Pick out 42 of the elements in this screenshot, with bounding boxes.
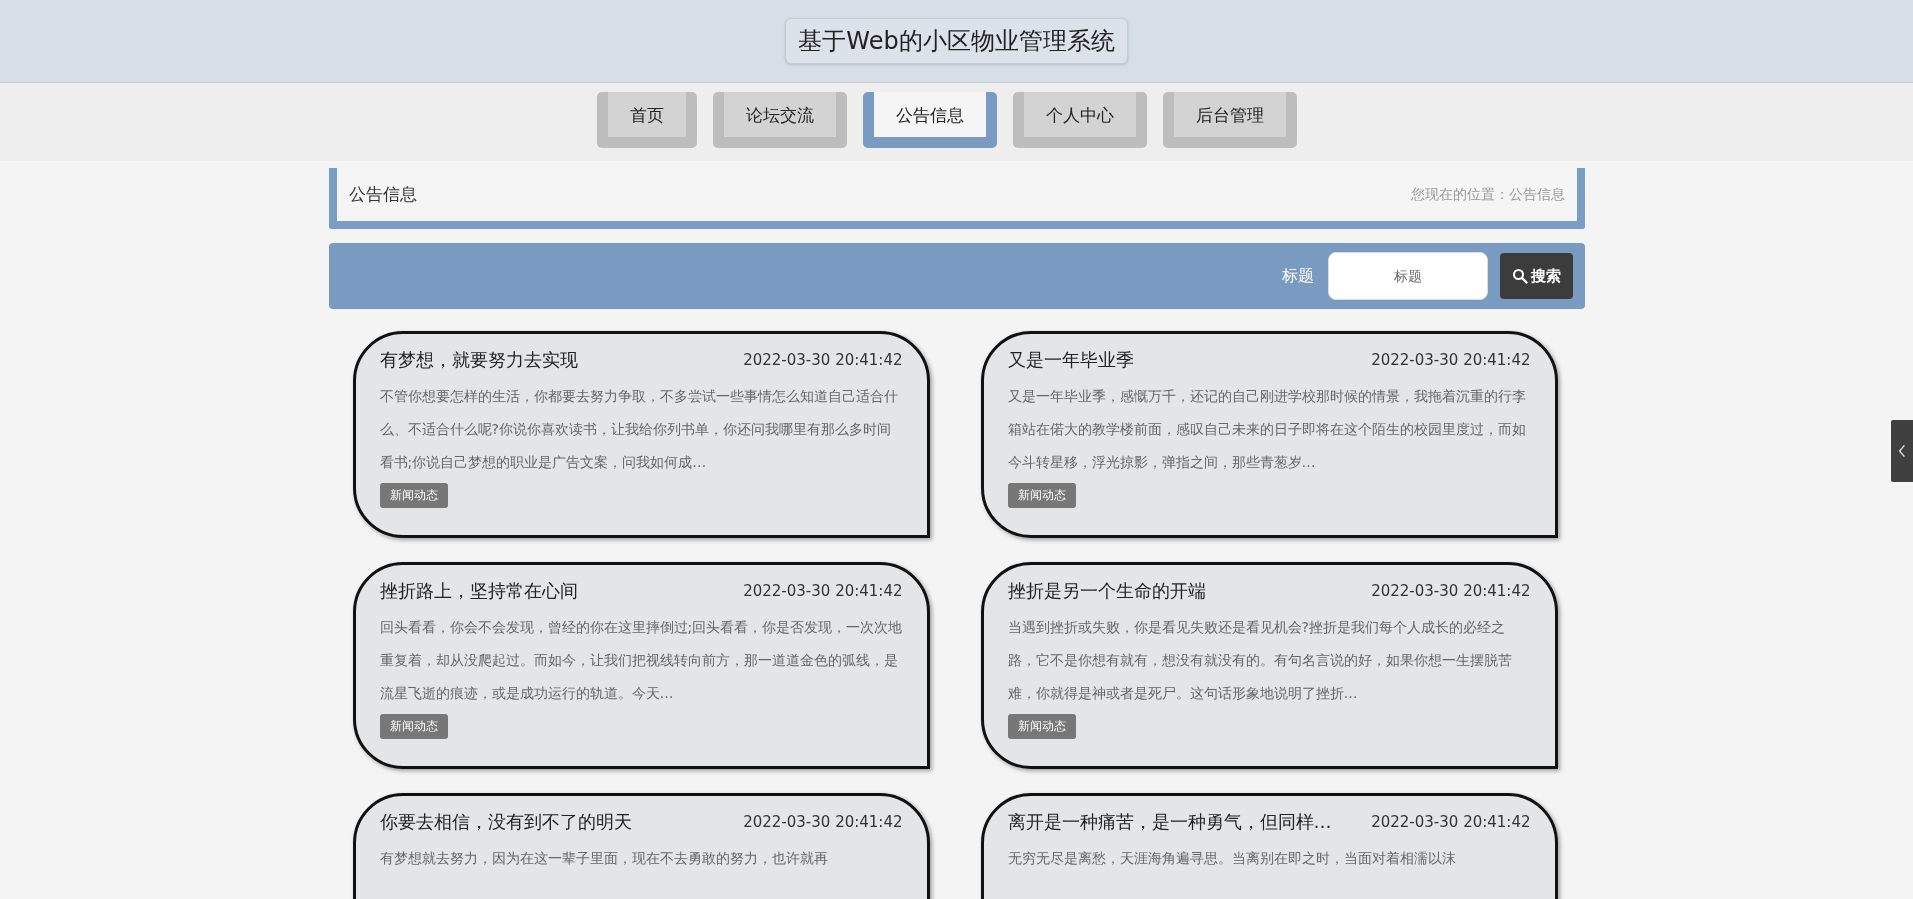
notice-title[interactable]: 有梦想，就要努力去实现 [379, 348, 578, 372]
notice-title[interactable]: 挫折是另一个生命的开端 [1007, 579, 1206, 603]
notice-summary: 无穷无尽是离愁，天涯海角遍寻思。当离别在即之时，当面对着相濡以沫 [1007, 849, 1457, 868]
notice-date: 2022-03-30 20:41:42 [1371, 351, 1531, 369]
search-label: 标题 [1281, 265, 1314, 287]
notice-date: 2022-03-30 20:41:42 [743, 351, 903, 369]
notice-card[interactable]: 有梦想，就要努力去实现 2022-03-30 20:41:42 不管你想要怎样的生活，你都要去努力争取，不多尝试一些事情怎么知道自己适合什么、不适合什么呢?你说你喜欢读书，让我给你列书单，你还问我哪里有那么多时间看书;你说自己梦想的职业是广告文案，问我如何成… 新闻动态 [352, 331, 930, 538]
nav-tab[interactable]: 公告信息 [862, 92, 997, 148]
category-tag: 新闻动态 [1007, 714, 1076, 739]
notice-card[interactable]: 挫折路上，坚持常在心间 2022-03-30 20:41:42 回头看看，你会不会发现，曾经的你在这里摔倒过;回头看看，你是否发现，一次次地重复着，却从没爬起过。而如今，让我们把视线转向前方，那一道道金色的弧线，是流星飞逝的痕迹，或是成功运行的轨道。今天… 新闻动态 [352, 562, 930, 769]
location-text: 您现在的位置：公告信息 [1410, 185, 1565, 204]
notice-summary: 回头看看，你会不会发现，曾经的你在这里摔倒过;回头看看，你是否发现，一次次地重复着，却从没爬起过。而如今，让我们把视线转向前方，那一道道金色的弧线，是流星飞逝的痕迹，或是成功运行的轨道。今天… [379, 618, 903, 703]
notice-title[interactable]: 又是一年毕业季 [1007, 348, 1134, 372]
notice-summary: 又是一年毕业季，感慨万千，还记的自己刚进学校那时候的情景，我拖着沉重的行李箱站在偌大的教学楼前面，感叹自己未来的日子即将在这个陌生的校园里度过，而如今斗转星移，浮光掠影，弹指之间，那些青葱岁… [1007, 387, 1527, 472]
notice-summary: 有梦想就去努力，因为在这一辈子里面，现在不去勇敢的努力，也许就再 [379, 849, 829, 868]
nav-tab[interactable]: 论坛交流 [712, 92, 847, 148]
section-heading: 公告信息 [348, 183, 417, 206]
notice-title[interactable]: 你要去相信，没有到不了的明天 [379, 810, 632, 834]
site-title: 基于Web的小区物业管理系统 [785, 18, 1128, 64]
search-button[interactable]: 搜索 [1499, 253, 1573, 299]
nav-tab[interactable]: 个人中心 [1012, 92, 1147, 148]
category-tag: 新闻动态 [379, 483, 448, 508]
search-field[interactable]: 标题 [1327, 252, 1488, 300]
notice-date: 2022-03-30 20:41:42 [1371, 813, 1531, 831]
notice-card[interactable]: 又是一年毕业季 2022-03-30 20:41:42 又是一年毕业季，感慨万千，还记的自己刚进学校那时候的情景，我拖着沉重的行李箱站在偌大的教学楼前面，感叹自己未来的日子即将在这个陌生的校园里度过，而如今斗转星移，浮光掠影，弹指之间，那些青葱岁… 新闻动态 [980, 331, 1558, 538]
notice-card[interactable]: 离开是一种痛苦，是一种勇气，但同样… 2022-03-30 20:41:42 无穷无尽是离愁，天涯海角遍寻思。当离别在即之时，当面对着相濡以沫 [980, 793, 1558, 899]
category-tag: 新闻动态 [379, 714, 448, 739]
notice-summary: 当遇到挫折或失败，你是看见失败还是看见机会?挫折是我们每个人成长的必经之路，它不是你想有就有，想没有就没有的。有句名言说的好，如果你想一生摆脱苦难，你就得是神或者是死尸。这句话形象地说明了挫折… [1007, 618, 1513, 703]
notice-date: 2022-03-30 20:41:42 [743, 582, 903, 600]
nav-tab[interactable]: 首页 [596, 92, 697, 148]
side-toggle[interactable] [1891, 420, 1913, 482]
notice-date: 2022-03-30 20:41:42 [1371, 582, 1531, 600]
category-tag: 新闻动态 [1007, 483, 1076, 508]
notice-title[interactable]: 挫折路上，坚持常在心间 [379, 579, 578, 603]
notice-summary: 不管你想要怎样的生活，你都要去努力争取，不多尝试一些事情怎么知道自己适合什么、不适合什么呢?你说你喜欢读书，让我给你列书单，你还问我哪里有那么多时间看书;你说自己梦想的职业是广告文案，问我如何成… [379, 387, 899, 472]
notice-date: 2022-03-30 20:41:42 [743, 813, 903, 831]
notice-title[interactable]: 离开是一种痛苦，是一种勇气，但同样… [1007, 810, 1332, 834]
notice-card[interactable]: 挫折是另一个生命的开端 2022-03-30 20:41:42 当遇到挫折或失败，你是看见失败还是看见机会?挫折是我们每个人成长的必经之路，它不是你想有就有，想没有就没有的。有句名言说的好，如果你想一生摆脱苦难，你就得是神或者是死尸。这句话形象地说明了挫折… 新闻动态 [980, 562, 1558, 769]
nav-tab[interactable]: 后台管理 [1162, 92, 1297, 148]
notice-card[interactable]: 你要去相信，没有到不了的明天 2022-03-30 20:41:42 有梦想就去努力，因为在这一辈子里面，现在不去勇敢的努力，也许就再 [352, 793, 930, 899]
chevron-left-icon [1898, 443, 1906, 459]
search-icon [1511, 268, 1528, 284]
